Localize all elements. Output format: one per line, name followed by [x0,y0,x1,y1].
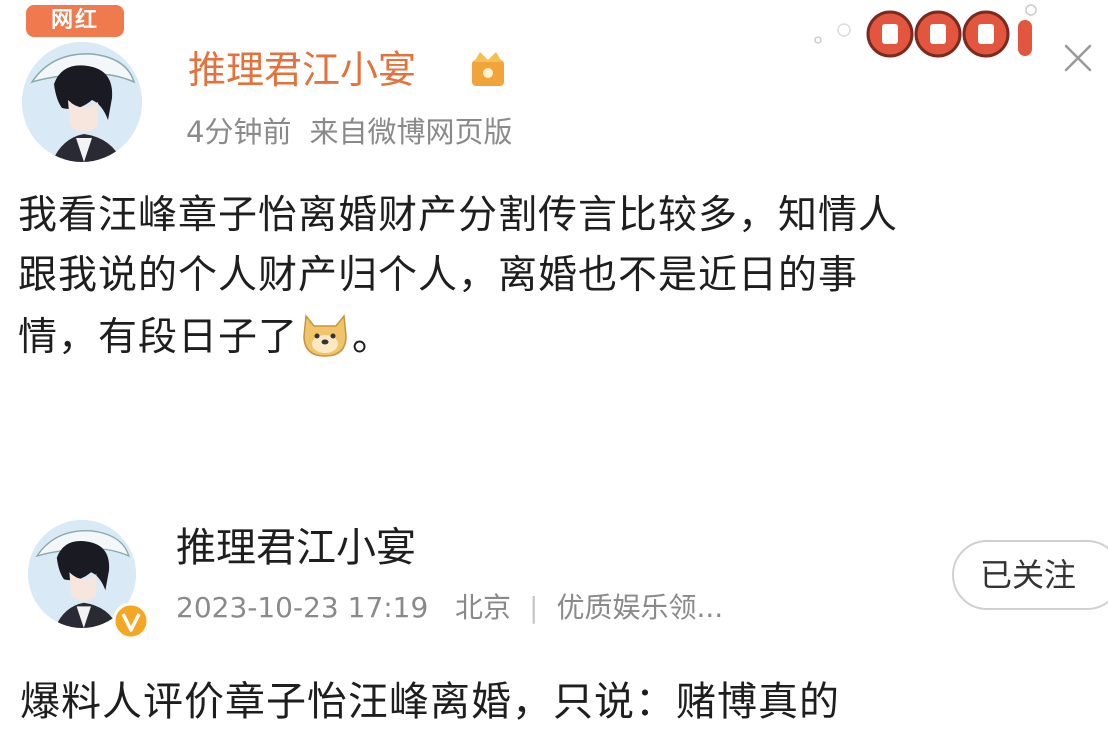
avatar[interactable] [22,42,142,162]
author-name[interactable]: 推理君江小宴 [176,522,416,574]
author-label[interactable]: 优质娱乐领... [556,591,723,624]
post-meta: 2023-10-23 17:19 北京 | 优质娱乐领... [176,588,723,628]
avatar-illustration [22,42,142,162]
post-meta: 4分钟前 来自微博网页版 [186,112,530,152]
post-time: 4分钟前 [186,115,292,149]
crown-badge-icon [472,52,504,86]
verified-badge-icon [112,602,150,640]
post-line-2: 跟我说的个人财产归个人，离婚也不是近日的事 [18,253,859,298]
decoration-stickers-icon [814,4,1037,58]
influencer-tag: 网红 [26,5,124,37]
meta-separator: | [529,591,539,624]
post-line-3-period: 。 [352,315,393,360]
post-location: 北京 [455,591,512,624]
close-icon[interactable] [1060,40,1096,76]
post-source: 来自微博网页版 [309,115,513,149]
post-content: 爆料人评价章子怡汪峰离婚，只说：赌博真的 [20,679,840,725]
post-line-1: 我看汪峰章子怡离婚财产分割传言比较多，知情人 [18,193,899,238]
doge-emoji-icon [303,314,347,357]
author-name[interactable]: 推理君江小宴 [188,46,416,94]
post-datetime: 2023-10-23 17:19 [176,591,429,624]
post-line-3: 情，有段日子了 。 [18,306,1098,368]
follow-button[interactable]: 已关注 [952,540,1108,610]
post-content: 我看汪峰章子怡离婚财产分割传言比较多，知情人 跟我说的个人财产归个人，离婚也不是… [18,186,1098,368]
post-line-3-text: 情，有段日子了 [18,315,299,360]
